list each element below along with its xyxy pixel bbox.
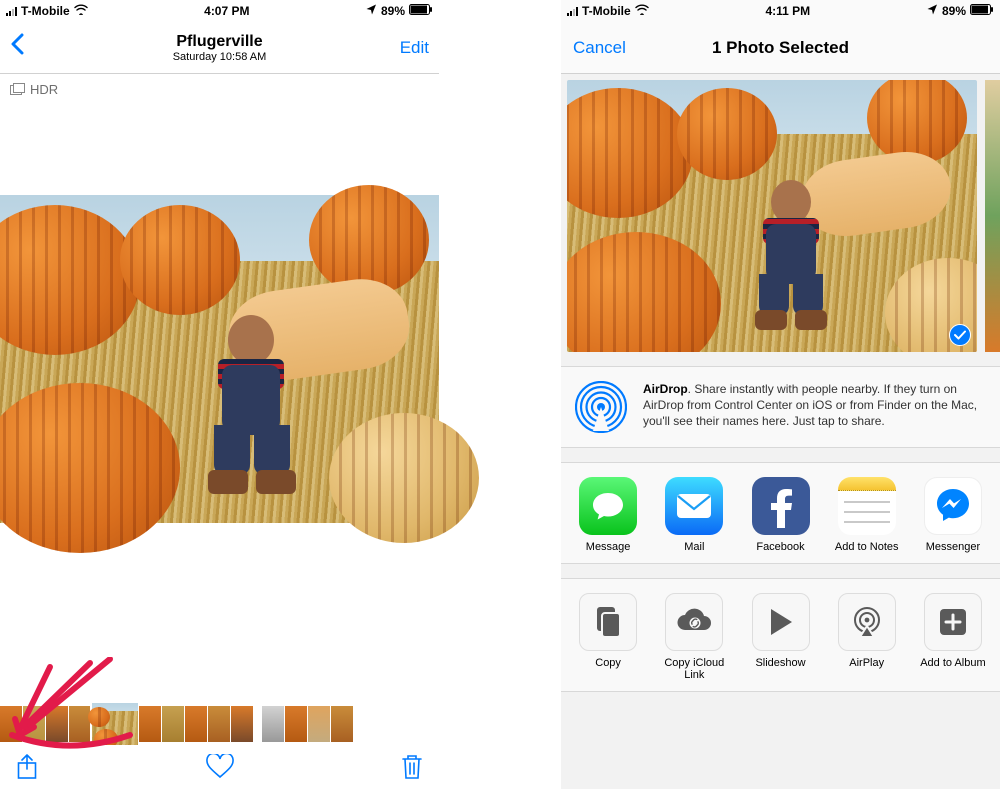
action-label: Slideshow	[755, 657, 805, 669]
favorite-button[interactable]	[206, 754, 234, 780]
action-copy-icloud-link[interactable]: Copy iCloud Link	[651, 593, 737, 681]
wifi-icon	[74, 4, 88, 18]
action-airplay[interactable]: AirPlay	[824, 593, 910, 681]
action-slideshow[interactable]: Slideshow	[737, 593, 823, 681]
app-label: Add to Notes	[835, 541, 899, 553]
play-icon	[752, 593, 810, 651]
status-time: 4:07 PM	[204, 4, 249, 18]
cancel-button[interactable]: Cancel	[573, 38, 626, 58]
app-label: Mail	[684, 541, 704, 553]
nav-bar: Cancel 1 Photo Selected	[561, 22, 1000, 74]
thumbnail-strip[interactable]	[0, 703, 439, 745]
facebook-icon	[752, 477, 810, 535]
app-label: Messenger	[926, 541, 980, 553]
location-icon	[366, 4, 377, 18]
share-app-facebook[interactable]: Facebook	[737, 477, 823, 553]
share-app-messenger[interactable]: Messenger	[910, 477, 996, 553]
nav-bar: Pflugerville Saturday 10:58 AM Edit	[0, 22, 439, 74]
screen-share-sheet: T-Mobile 4:11 PM 89% Cancel 1 Photo Sele…	[561, 0, 1000, 789]
share-app-row: Message Mail Facebook	[561, 462, 1000, 564]
action-label: Copy iCloud Link	[654, 657, 734, 681]
next-photo-peek[interactable]	[985, 80, 1000, 352]
wifi-icon	[635, 4, 649, 18]
back-button[interactable]	[10, 33, 24, 62]
app-label: Facebook	[756, 541, 804, 553]
airdrop-panel[interactable]: AirDrop. Share instantly with people nea…	[561, 366, 1000, 448]
action-label: AirPlay	[849, 657, 884, 669]
notes-icon	[838, 477, 896, 535]
trash-button[interactable]	[401, 754, 423, 780]
message-icon	[579, 477, 637, 535]
action-label: Add to Album	[920, 657, 985, 669]
action-row: Copy Copy iCloud Link Slideshow AirPlay	[561, 578, 1000, 692]
battery-percent: 89%	[381, 4, 405, 18]
thumbnail-selected[interactable]	[92, 703, 138, 745]
messenger-icon	[924, 477, 982, 535]
selected-check-icon	[949, 324, 971, 346]
share-app-message[interactable]: Message	[565, 477, 651, 553]
copy-icon	[579, 593, 637, 651]
airdrop-icon	[575, 381, 627, 433]
page-subtitle: Saturday 10:58 AM	[0, 51, 439, 63]
location-icon	[927, 4, 938, 18]
share-app-mail[interactable]: Mail	[651, 477, 737, 553]
cell-signal-icon	[6, 6, 17, 16]
main-photo[interactable]	[0, 195, 439, 523]
cell-signal-icon	[567, 6, 578, 16]
battery-percent: 89%	[942, 4, 966, 18]
airplay-icon	[838, 593, 896, 651]
hdr-label: HDR	[30, 82, 58, 97]
status-bar: T-Mobile 4:11 PM 89%	[561, 0, 1000, 22]
photo-selection-strip[interactable]	[561, 74, 1000, 358]
share-app-notes[interactable]: Add to Notes	[824, 477, 910, 553]
action-label: Copy	[595, 657, 621, 669]
battery-icon	[970, 4, 994, 18]
add-album-icon	[924, 593, 982, 651]
carrier-label: T-Mobile	[21, 4, 70, 18]
screen-photo-detail: T-Mobile 4:07 PM 89% Pflugerville Saturd…	[0, 0, 439, 789]
bottom-toolbar	[0, 745, 439, 789]
airdrop-description: AirDrop. Share instantly with people nea…	[643, 381, 984, 430]
hdr-badge: HDR	[0, 74, 439, 105]
share-button[interactable]	[16, 753, 38, 781]
icloud-link-icon	[665, 593, 723, 651]
airdrop-body: . Share instantly with people nearby. If…	[643, 382, 977, 428]
action-add-to-album[interactable]: Add to Album	[910, 593, 996, 681]
battery-icon	[409, 4, 433, 18]
action-copy[interactable]: Copy	[565, 593, 651, 681]
page-title: Pflugerville	[0, 33, 439, 51]
status-time: 4:11 PM	[765, 4, 810, 18]
airdrop-title: AirDrop	[643, 382, 688, 396]
mail-icon	[665, 477, 723, 535]
edit-button[interactable]: Edit	[400, 38, 429, 58]
status-bar: T-Mobile 4:07 PM 89%	[0, 0, 439, 22]
selected-photo[interactable]	[567, 80, 977, 352]
app-label: Message	[586, 541, 631, 553]
page-title: 1 Photo Selected	[561, 38, 1000, 58]
carrier-label: T-Mobile	[582, 4, 631, 18]
